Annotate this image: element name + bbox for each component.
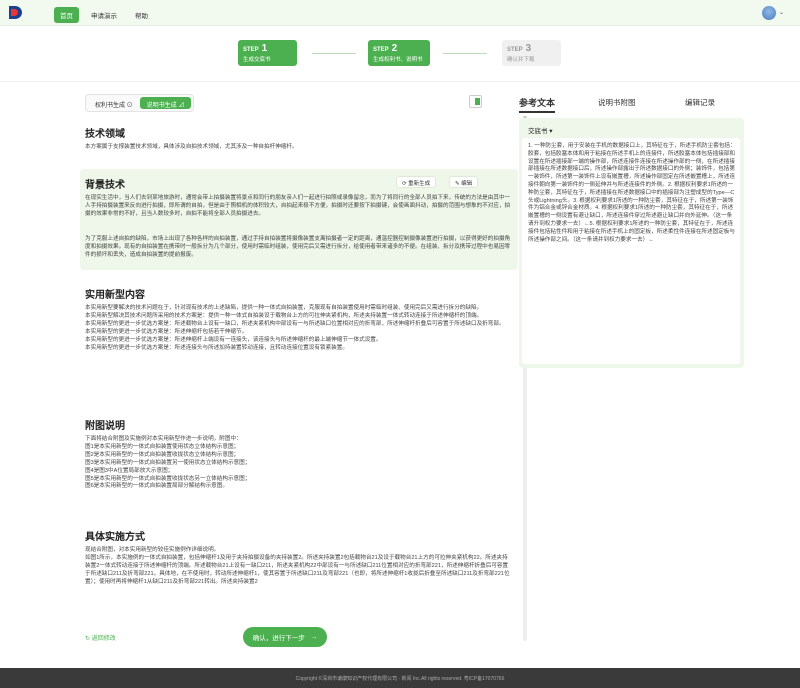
section-title-utility: 实用新型内容 — [85, 290, 145, 301]
step-3[interactable]: STEP 3 确认并下载 — [502, 40, 561, 66]
step-1-number: 1 — [261, 43, 268, 54]
section-body-background-p2: 为了克服上述自拍的缺陷，市场上出现了各种各样的自拍装置，通过手持自拍装置将摄像装… — [85, 236, 511, 258]
paragraph: 图3是本实用新型的一体式自拍装置另一使用状态立体结构示意图； — [85, 459, 251, 466]
step-2[interactable]: STEP 2 生成权利书、说明书 — [368, 40, 430, 66]
section-body-tech-field: 本方案属于支撑装置技术领域，具体涉及自拍技术领域，尤其涉及一种自拍杆伸缩杆。 — [85, 144, 298, 150]
confirm-next-label: 确认，进行下一步 — [252, 635, 305, 642]
confirm-next-button[interactable]: 确认，进行下一步 → — [243, 627, 327, 647]
panel-toggle-icon[interactable] — [469, 95, 482, 108]
section-title-embodiment: 具体实施方式 — [85, 532, 145, 543]
section-title-drawings: 附图说明 — [85, 421, 125, 432]
footer: Copyright ©深圳市谦康知识产权代理有限公司 · 新闻 Inc.All … — [0, 668, 800, 688]
reference-source-select[interactable]: 交底书 ▾ — [528, 125, 553, 135]
regenerate-button[interactable]: ⟳ 重新生成 — [396, 176, 437, 188]
toggle-description[interactable]: 说明书生成 ⊿ — [139, 97, 192, 109]
step-3-number: 3 — [525, 43, 532, 54]
paragraph: 本实用新型的更进一步优选方案是：所述连接头与所述加持装置转动连接，且转动连接位置… — [85, 344, 348, 351]
section-body-drawings: 下面将结合附图及实施例对本实用新型作进一步说明，附图中： 图1是本实用新型的一体… — [85, 436, 513, 491]
nav-help[interactable]: 帮助 — [129, 7, 154, 23]
edit-button[interactable]: ✎ 编辑 — [449, 176, 479, 188]
right-panel-tabs: 参考文本 说明书附图 编辑记录 — [519, 96, 715, 113]
step-progress: STEP 1 生成交底书 STEP 2 生成权利书、说明书 STEP 3 确认并下载 — [0, 26, 800, 82]
paragraph: 本实用新型的更进一步优选方案是：所述伸缩杆包括若干伸缩节。 — [85, 328, 248, 335]
user-avatar[interactable] — [762, 6, 776, 20]
step-connector — [312, 53, 356, 54]
paragraph: 图6是本实用新型的一体式自拍装置局部分解结构示意图。 — [85, 483, 228, 490]
step-2-number: 2 — [391, 43, 398, 54]
paragraph: 本实用新型要解决的技术问题在于，针对现有技术的上述缺陷，提供一种一体式自拍装置，… — [85, 305, 483, 311]
step-3-prefix: STEP — [507, 47, 523, 53]
back-to-edit-link[interactable]: ↻ 返回修改 — [85, 633, 116, 642]
step-1-prefix: STEP — [243, 47, 259, 53]
edit-label: 编辑 — [461, 181, 473, 187]
chevron-down-icon[interactable]: ⌄ — [779, 9, 784, 16]
nav-request-demo[interactable]: 申请演示 — [85, 7, 123, 23]
step-1[interactable]: STEP 1 生成交底书 — [238, 40, 297, 66]
arrow-right-icon: → — [310, 633, 318, 641]
paragraph: 本实用新型解决其技术问题所采用的技术方案是：提供一种一体式自拍装设于载物台上方的… — [85, 312, 483, 319]
paragraph: 现结合附图，对本实用新型的较佳实施例作详细说明。 — [85, 547, 220, 553]
doc-type-toggle: 权利书生成 ⊙ 说明书生成 ⊿ — [85, 94, 195, 112]
paragraph: 本实用新型的更进一步优选方案是：所述伸缩杆上端设有一连接头，该连接头与所述伸缩杆… — [85, 336, 382, 343]
top-navbar: 首页 申请演示 帮助 ⌄ — [0, 0, 800, 26]
reference-text: 1. 一种防尘套，用于安装在手机的数据接口上，其特征在于，所述手机防尘套包括：胶… — [528, 143, 736, 243]
app-logo-icon[interactable] — [8, 5, 23, 20]
paragraph: 如图1所示，本实施例的一体式自拍装置，包括伸缩杆1及用于夹持拍摄设备的夹持装置2… — [85, 554, 510, 585]
step-1-label: 生成交底书 — [243, 57, 271, 63]
tab-reference-text[interactable]: 参考文本 — [519, 96, 556, 113]
main-nav: 首页 申请演示 帮助 — [54, 7, 154, 23]
nav-home[interactable]: 首页 — [54, 7, 79, 23]
step-2-label: 生成权利书、说明书 — [373, 57, 423, 63]
step-connector — [443, 53, 487, 54]
regenerate-label: 重新生成 — [408, 181, 431, 187]
step-2-prefix: STEP — [373, 47, 389, 53]
paragraph: 本实用新型的更进一步优选方案是：所述载物台上设有一缺口，所述夹紧机构中部设有一与… — [85, 320, 505, 327]
section-title-tech-field: 技术领域 — [85, 129, 125, 140]
paragraph: 下面将结合附图及实施例对本实用新型作进一步说明，附图中： — [85, 436, 242, 442]
toggle-claims[interactable]: 权利书生成 ⊙ — [88, 97, 140, 109]
step-3-label: 确认并下载 — [507, 57, 535, 63]
section-body-background-p1: 在现实生活中，当人们去到某地旅游时，通常会带上拍摄装置将景点和同行的朋友亲人们一… — [85, 195, 511, 217]
tab-drawings[interactable]: 说明书附图 — [598, 97, 636, 108]
section-title-background: 背景技术 — [85, 180, 125, 191]
paragraph: 图2是本实用新型的一体式自拍装置收拢状态立体结构示意图； — [85, 451, 240, 458]
tab-edit-history[interactable]: 编辑记录 — [685, 97, 715, 108]
section-body-utility: 本实用新型要解决的技术问题在于，针对现有技术的上述缺陷，提供一种一体式自拍装置，… — [85, 305, 513, 352]
paragraph: 图4是图3中A位置局部放大示意图； — [85, 467, 174, 474]
section-body-embodiment: 现结合附图，对本实用新型的较佳实施例作详细说明。 如图1所示，本实施例的一体式自… — [85, 547, 513, 587]
paragraph: 图1是本实用新型的一体式自拍装置使用状态立体结构示意图； — [85, 443, 240, 450]
